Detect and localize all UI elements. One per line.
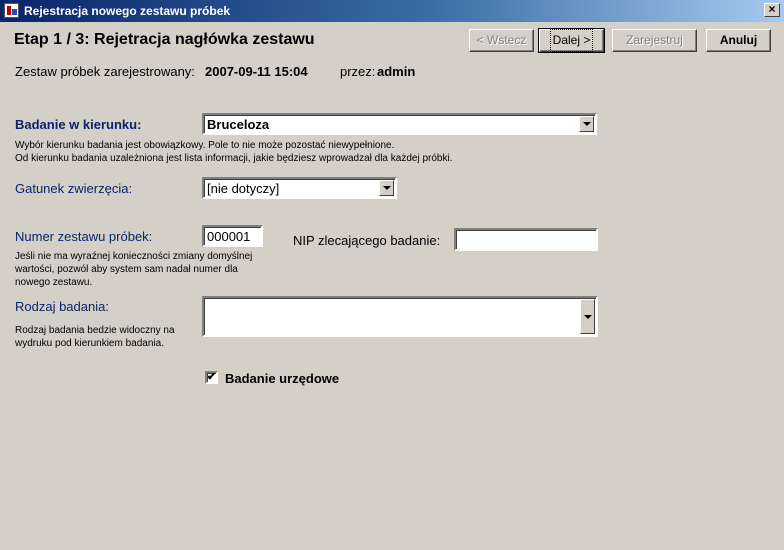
next-button-label: Dalej > — [549, 29, 594, 52]
test-type-dropdown-arrow-icon[interactable] — [580, 299, 595, 334]
direction-hint-line1: Wybór kierunku badania jest obowiązkowy.… — [15, 140, 395, 151]
test-type-select[interactable] — [202, 296, 598, 337]
test-type-hint: Rodzaj badania bedzie widoczny na wydruk… — [15, 325, 175, 349]
step-title: Etap 1 / 3: Rejetracja nagłówka zestawu — [14, 31, 315, 48]
direction-dropdown-arrow-icon[interactable] — [579, 116, 594, 132]
register-button-label: Zarejestruj — [626, 33, 683, 47]
set-number-hint: Jeśli nie ma wyraźnej konieczności zmian… — [15, 251, 253, 288]
species-dropdown-arrow-icon[interactable] — [379, 180, 394, 196]
direction-select[interactable]: Bruceloza — [202, 113, 597, 135]
close-icon: × — [768, 2, 776, 16]
app-icon — [4, 3, 19, 18]
set-number-label: Numer zestawu próbek: — [15, 229, 153, 244]
test-type-label: Rodzaj badania: — [15, 299, 109, 314]
back-button[interactable]: < Wstecz — [469, 29, 534, 52]
registration-datetime: 2007-09-11 15:04 — [205, 64, 308, 79]
nip-input[interactable] — [454, 228, 598, 251]
species-value: [nie dotyczy] — [207, 181, 280, 196]
set-number-input[interactable]: 000001 — [202, 225, 263, 247]
official-label[interactable]: Badanie urzędowe — [225, 371, 339, 386]
registration-label: Zestaw próbek zarejestrowany: — [15, 64, 195, 79]
set-number-value: 000001 — [207, 229, 251, 244]
back-button-label: < Wstecz — [476, 33, 527, 47]
title-bar: Rejestracja nowego zestawu próbek × — [0, 0, 784, 22]
checkmark-icon: ✔ — [207, 371, 217, 383]
register-button[interactable]: Zarejestruj — [612, 29, 697, 52]
next-button[interactable]: Dalej > — [538, 28, 605, 53]
species-select[interactable]: [nie dotyczy] — [202, 177, 397, 199]
registration-by-label: przez: — [340, 64, 376, 79]
cancel-button-label: Anuluj — [719, 33, 758, 47]
registration-user: admin — [377, 64, 416, 79]
direction-label: Badanie w kierunku: — [15, 117, 142, 132]
direction-value: Bruceloza — [207, 117, 270, 132]
close-button[interactable]: × — [764, 3, 780, 17]
window-title: Rejestracja nowego zestawu próbek — [24, 4, 231, 18]
official-checkbox[interactable]: ✔ — [205, 371, 218, 384]
cancel-button[interactable]: Anuluj — [706, 29, 771, 52]
direction-hint-line2: Od kierunku badania uzależniona jest lis… — [15, 153, 453, 164]
nip-label: NIP zlecającego badanie: — [293, 233, 441, 248]
species-label: Gatunek zwierzęcia: — [15, 181, 133, 196]
